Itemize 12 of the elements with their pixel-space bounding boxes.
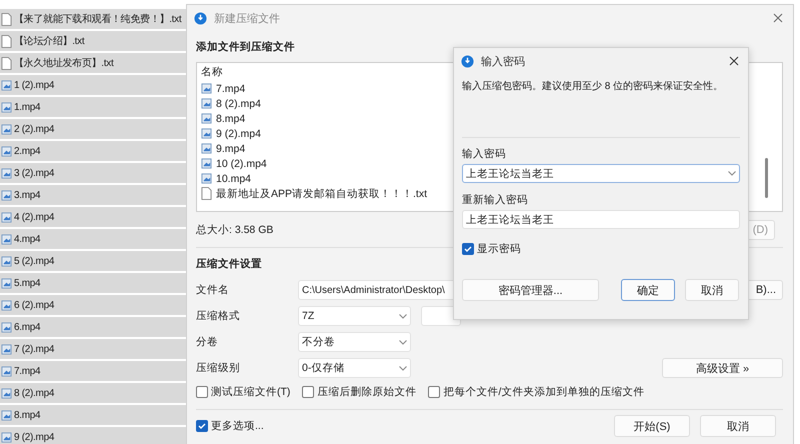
instruction-text: 输入压缩包密码。建议使用至少 8 位的密码来保证安全性。 [462, 80, 724, 94]
window-title: 新建压缩文件 [214, 12, 280, 26]
section-heading: 添加文件到压缩文件 [196, 40, 296, 55]
section-heading: 压缩文件设置 [196, 257, 263, 272]
field-label: 压缩级别 [196, 361, 241, 375]
field-label: 文件名 [196, 283, 230, 297]
total-size: 总大小: 3.58 GB [196, 223, 274, 237]
field-label: 压缩格式 [196, 309, 241, 323]
dialog-title: 输入密码 [481, 54, 525, 68]
field-label: 重新输入密码 [462, 193, 529, 207]
field-label: 分卷 [196, 335, 219, 349]
field-label: 输入密码 [462, 147, 507, 161]
